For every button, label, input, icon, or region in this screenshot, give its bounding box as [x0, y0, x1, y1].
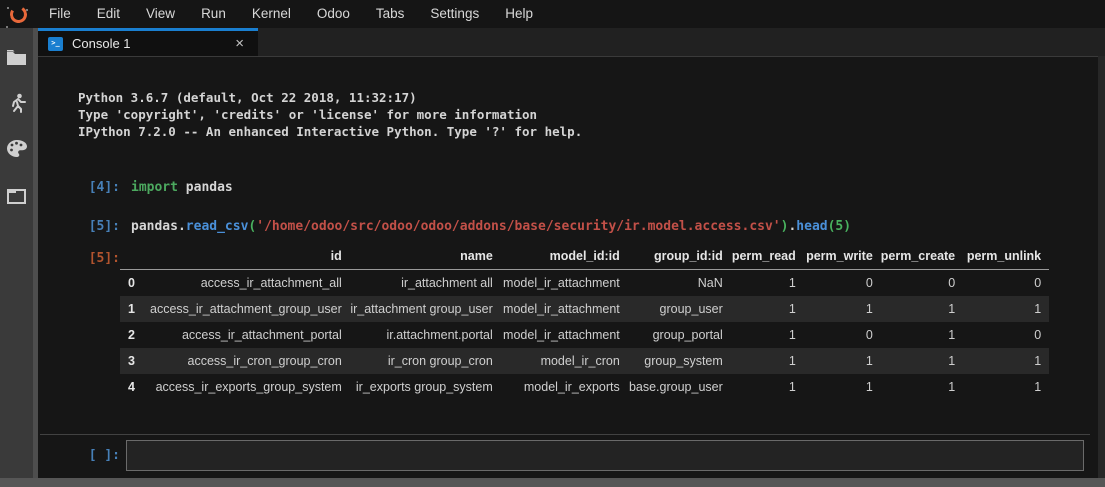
code-cell: [5]: pandas.read_csv('/home/odoo/src/odoo…	[38, 218, 1098, 235]
menu-item-settings[interactable]: Settings	[417, 0, 492, 28]
dataframe-table: idnamemodel_id:idgroup_id:idperm_readper…	[120, 245, 1049, 400]
output-cell: [5]: idnamemodel_id:idgroup_id:idperm_re…	[38, 245, 1098, 400]
column-header: group_id:id	[628, 245, 731, 270]
empty-in-prompt: [ ]:	[38, 440, 120, 471]
bottom-status-strip	[0, 478, 1105, 487]
code-cell: [4]: import pandas	[38, 179, 1098, 196]
tabbar: >_ Console 1 ×	[38, 28, 1105, 56]
menu-item-run[interactable]: Run	[188, 0, 239, 28]
code-line: pandas.read_csv('/home/odoo/src/odoo/odo…	[131, 218, 851, 235]
tab-label: Console 1	[72, 36, 131, 51]
palette-icon[interactable]	[0, 135, 33, 161]
menu-item-edit[interactable]: Edit	[84, 0, 133, 28]
tab-console-1[interactable]: >_ Console 1 ×	[38, 28, 258, 56]
column-header: perm_write	[804, 245, 881, 270]
file-browser-icon[interactable]	[0, 44, 33, 70]
input-cell-divider	[40, 434, 1090, 435]
table-header-row: idnamemodel_id:idgroup_id:idperm_readper…	[120, 245, 1049, 270]
python-banner: Python 3.6.7 (default, Oct 22 2018, 11:3…	[78, 89, 1098, 140]
menu-item-kernel[interactable]: Kernel	[239, 0, 304, 28]
menubar: FileEditViewRunKernelOdooTabsSettingsHel…	[0, 0, 1105, 28]
console-cells: [4]: import pandas [5]: pandas.read_csv('/h…	[38, 179, 1098, 235]
table-row: 3access_ir_cron_group_cronir_cron group_…	[120, 348, 1049, 374]
scrollbar-gutter[interactable]	[1098, 56, 1105, 478]
menu-item-file[interactable]: File	[36, 0, 84, 28]
column-header: id	[150, 245, 350, 270]
column-header: perm_create	[881, 245, 963, 270]
console-panel: Python 3.6.7 (default, Oct 22 2018, 11:3…	[38, 56, 1098, 478]
column-header: perm_read	[731, 245, 804, 270]
column-header: model_id:id	[501, 245, 628, 270]
column-header: perm_unlink	[963, 245, 1049, 270]
in-prompt: [4]:	[38, 179, 120, 196]
menu-item-tabs[interactable]: Tabs	[363, 0, 418, 28]
menubar-items: FileEditViewRunKernelOdooTabsSettingsHel…	[36, 0, 546, 28]
input-cell: [ ]:	[38, 440, 1098, 471]
code-line: import pandas	[131, 179, 233, 196]
in-prompt: [5]:	[38, 218, 120, 235]
console-terminal-icon: >_	[48, 37, 63, 51]
menu-item-help[interactable]: Help	[492, 0, 546, 28]
open-tabs-icon[interactable]	[0, 183, 33, 209]
out-prompt: [5]:	[38, 245, 120, 266]
menu-item-odoo[interactable]: Odoo	[304, 0, 363, 28]
table-row: 2access_ir_attachment_portalir.attachmen…	[120, 322, 1049, 348]
console-code-input[interactable]	[126, 440, 1084, 471]
column-header: name	[350, 245, 501, 270]
menu-item-view[interactable]: View	[133, 0, 188, 28]
close-icon[interactable]: ×	[235, 35, 244, 52]
table-row: 4access_ir_exports_group_systemir_export…	[120, 374, 1049, 400]
table-row: 1access_ir_attachment_group_userir_attac…	[120, 296, 1049, 322]
odoo-sh-logo-icon	[0, 6, 36, 23]
table-row: 0access_ir_attachment_allir_attachment a…	[120, 270, 1049, 296]
running-person-icon[interactable]	[0, 90, 33, 116]
left-sidebar	[0, 28, 33, 478]
